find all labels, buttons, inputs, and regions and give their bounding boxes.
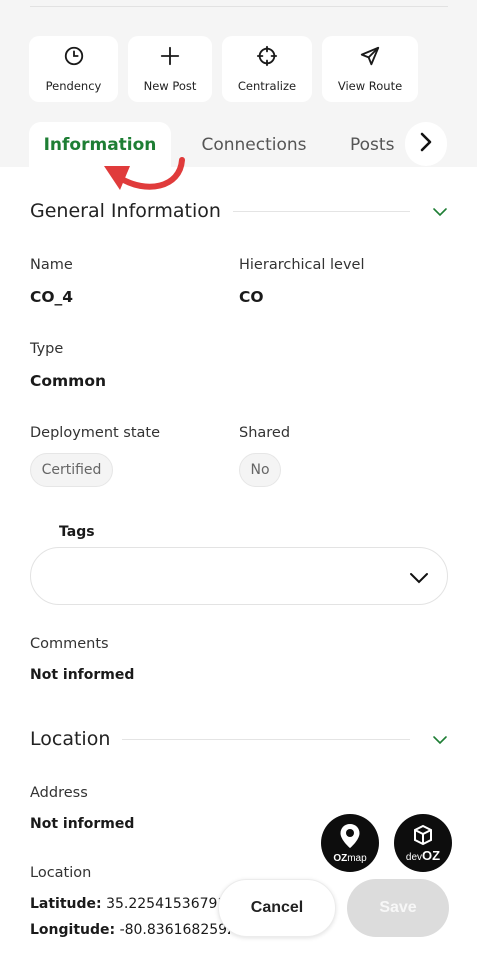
divider: [122, 738, 410, 740]
location-title: Location: [30, 728, 111, 750]
devoz-logo-dev: dev: [405, 851, 423, 863]
general-info-title: General Information: [30, 200, 221, 222]
latitude-label: Latitude:: [30, 896, 102, 912]
tab-connections[interactable]: Connections: [188, 122, 320, 167]
latitude-row: Latitude: 35.225415367914: [30, 896, 230, 912]
address-label: Address: [30, 785, 88, 801]
view-route-label: View Route: [337, 79, 403, 93]
latitude-value: 35.225415367914: [106, 896, 230, 912]
type-value: Common: [30, 372, 107, 390]
shared-label: Shared: [239, 425, 291, 441]
general-info-header[interactable]: General Information: [30, 200, 448, 222]
devoz-logo-text: devOZ: [405, 847, 441, 863]
map-pin-icon: [339, 823, 361, 853]
curved-arrow-icon: [104, 157, 185, 190]
top-action-area: Pendency New Post Centralize View Route …: [0, 0, 477, 167]
ozmap-logo-text: OZmap: [333, 853, 366, 864]
type-label: Type: [30, 341, 64, 357]
ozmap-logo[interactable]: OZmap: [321, 814, 379, 872]
clock-icon: [63, 45, 85, 71]
longitude-label: Longitude:: [30, 922, 116, 938]
tabs-next-button[interactable]: [405, 122, 447, 166]
new-post-button[interactable]: New Post: [128, 36, 212, 102]
save-button[interactable]: Save: [347, 879, 449, 937]
plus-icon: [159, 45, 181, 71]
address-value: Not informed: [30, 816, 135, 832]
centralize-label: Centralize: [237, 79, 297, 93]
comments-label: Comments: [30, 636, 109, 652]
longitude-value: -80.836168259226: [119, 922, 230, 938]
name-label: Name: [30, 257, 73, 273]
deployment-state-label: Deployment state: [30, 425, 161, 441]
deployment-state-badge: Certified: [30, 453, 113, 487]
crosshair-icon: [256, 45, 278, 71]
name-value: CO_4: [30, 288, 74, 306]
view-route-button[interactable]: View Route: [322, 36, 418, 102]
pendency-button[interactable]: Pendency: [29, 36, 118, 102]
new-post-label: New Post: [143, 79, 197, 93]
location-header[interactable]: Location: [30, 728, 448, 750]
ozmap-logo-oz: OZ: [333, 852, 348, 864]
shared-badge: No: [239, 453, 281, 487]
divider: [232, 210, 410, 212]
comments-value: Not informed: [30, 667, 135, 683]
hierarchical-level-value: CO: [239, 288, 264, 306]
cube-icon: [412, 824, 434, 850]
tags-select[interactable]: [30, 547, 448, 605]
chevron-right-icon: [417, 131, 435, 157]
chevron-down-icon[interactable]: [432, 730, 448, 749]
centralize-button[interactable]: Centralize: [222, 36, 312, 102]
chevron-down-icon: [409, 570, 429, 589]
tab-posts[interactable]: Posts: [350, 122, 408, 167]
location-label: Location: [30, 865, 92, 881]
pendency-label: Pendency: [45, 79, 102, 93]
hierarchical-level-label: Hierarchical level: [239, 257, 365, 273]
devoz-logo[interactable]: devOZ: [394, 814, 452, 872]
chevron-down-icon[interactable]: [432, 202, 448, 221]
divider: [30, 6, 448, 7]
tags-label: Tags: [59, 524, 95, 540]
devoz-logo-oz: OZ: [422, 847, 441, 863]
send-icon: [359, 45, 381, 71]
cancel-button[interactable]: Cancel: [218, 879, 336, 937]
longitude-row: Longitude: -80.836168259226: [30, 922, 230, 938]
ozmap-logo-map: map: [347, 852, 367, 864]
